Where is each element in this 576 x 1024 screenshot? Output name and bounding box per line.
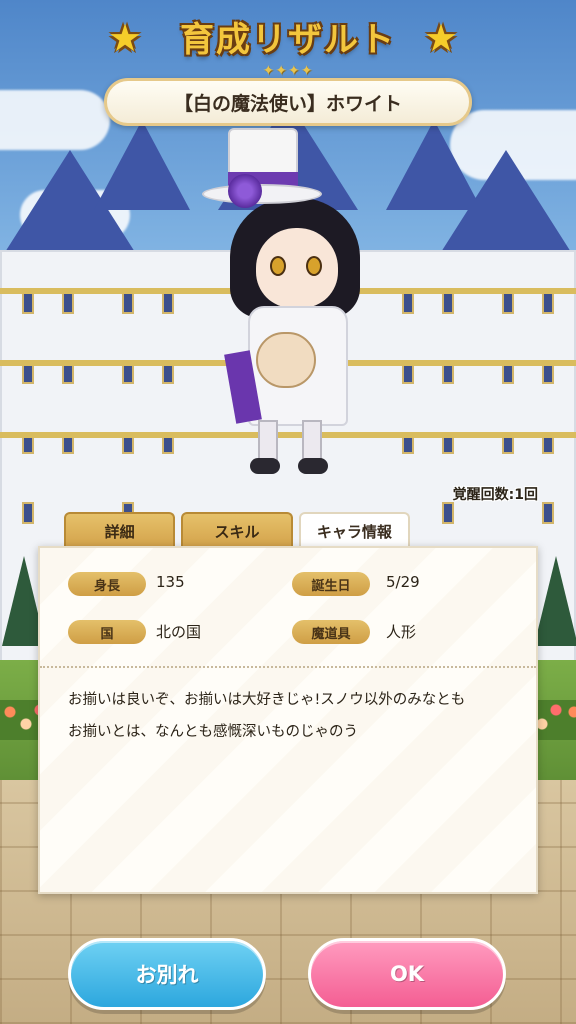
- castle-roof: [94, 120, 190, 210]
- birthday-label: 誕生日: [292, 572, 370, 596]
- character-name-plate: 【白の魔法使い】ホワイト: [104, 78, 472, 126]
- stat-row: 身長 135 誕生日 5/29: [40, 572, 536, 600]
- hat-brim: [202, 184, 322, 204]
- birthday-value: 5/29: [386, 573, 420, 591]
- character-shoe: [250, 458, 280, 474]
- rose-icon: [228, 174, 262, 208]
- character-message: お揃いは良いぞ、お揃いは大好きじゃ!スノウ以外のみなとも お揃いとは、なんとも感…: [68, 684, 526, 748]
- height-label: 身長: [68, 572, 146, 596]
- doll-icon: [256, 332, 316, 388]
- height-value: 135: [156, 573, 185, 591]
- farewell-button[interactable]: お別れ: [68, 938, 266, 1010]
- tab-details[interactable]: 詳細: [64, 512, 176, 548]
- awaken-count: 覚醒回数:1回: [452, 487, 538, 503]
- magic-tool-label: 魔道具: [292, 620, 370, 644]
- message-line: お揃いは良いぞ、お揃いは大好きじゃ!スノウ以外のみなとも: [68, 692, 466, 708]
- magic-tool-value: 人形: [386, 623, 417, 641]
- farewell-button-label: お別れ: [135, 963, 199, 987]
- divider: [40, 666, 536, 668]
- character-name: 【白の魔法使い】ホワイト: [173, 92, 402, 115]
- character-sprite: [190, 128, 380, 488]
- stat-row: 国 北の国 魔道具 人形: [40, 620, 536, 648]
- castle-roof: [386, 120, 482, 210]
- ok-button[interactable]: OK: [308, 938, 506, 1010]
- character-info-panel: 身長 135 誕生日 5/29 国 北の国 魔道具 人形 お揃いは良いぞ、お揃い…: [38, 546, 538, 894]
- rarity-stars: ✦✦✦✦: [262, 63, 314, 79]
- tab-character-info[interactable]: キャラ情報: [298, 512, 410, 548]
- header: 育成リザルト: [0, 12, 576, 61]
- message-line: お揃いとは、なんとも感慨深いものじゃのう: [68, 724, 358, 740]
- character-face: [256, 228, 338, 308]
- character-eye: [306, 256, 322, 276]
- character-shoe: [298, 458, 328, 474]
- page-title: 育成リザルト: [180, 20, 396, 60]
- ok-button-label: OK: [389, 962, 425, 986]
- country-value: 北の国: [156, 623, 202, 641]
- country-label: 国: [68, 620, 146, 644]
- info-tabs: 詳細 スキル キャラ情報: [64, 512, 410, 548]
- tab-skills[interactable]: スキル: [181, 512, 293, 548]
- character-eye: [270, 256, 286, 276]
- tree: [534, 556, 576, 646]
